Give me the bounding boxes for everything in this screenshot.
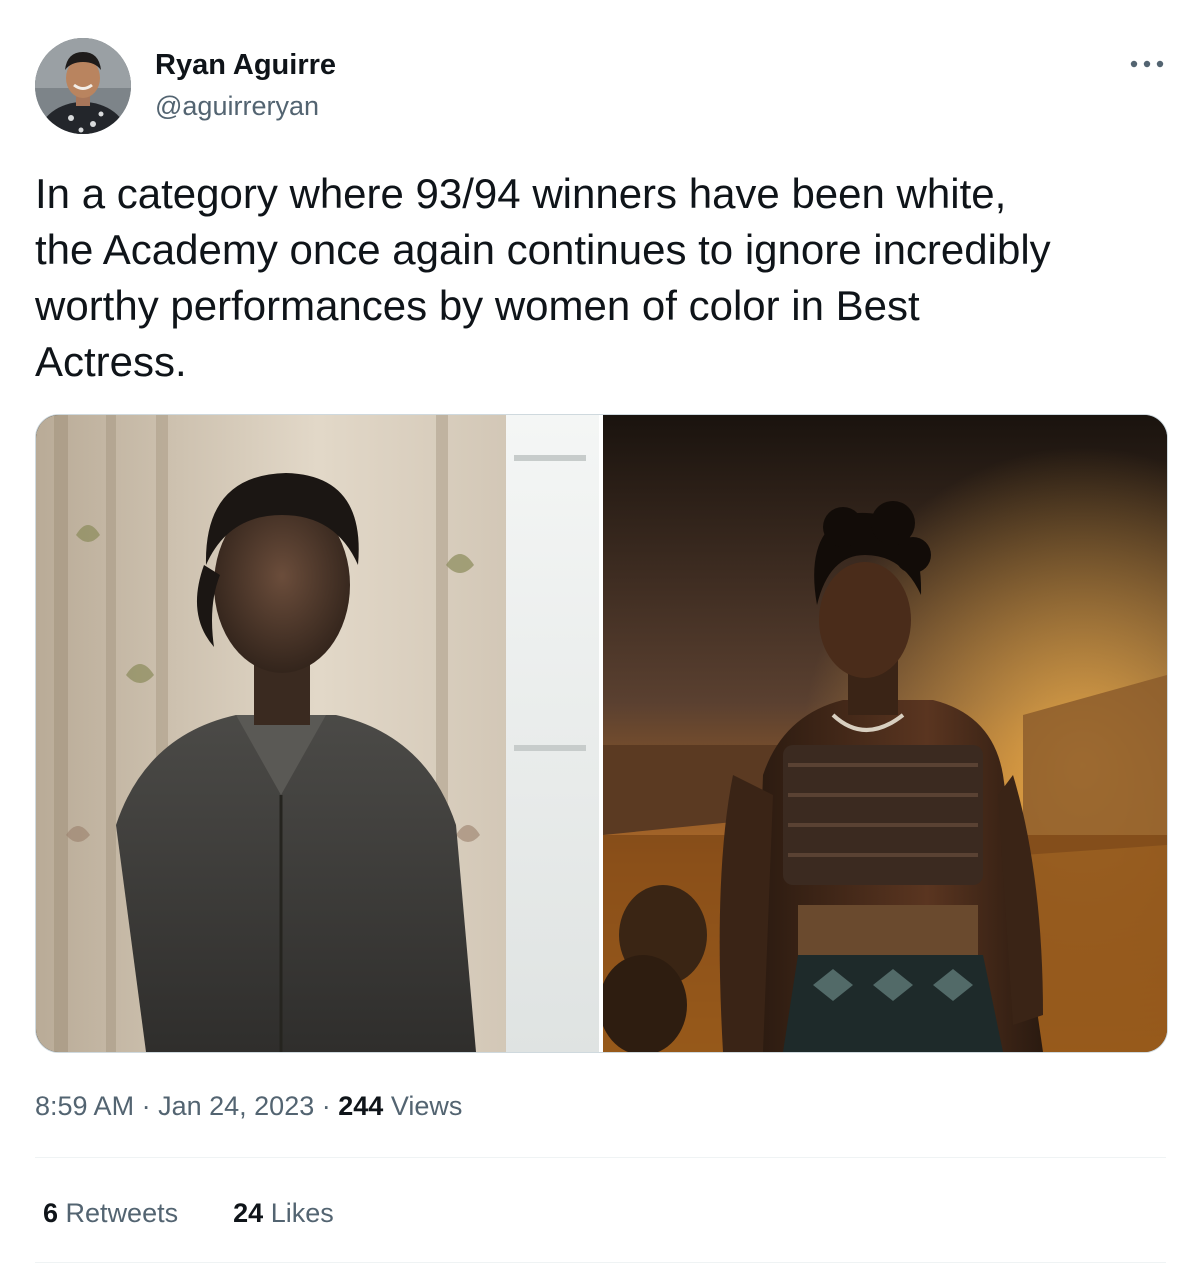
media-photo-left[interactable]: [36, 415, 599, 1052]
divider: [35, 1157, 1166, 1158]
divider: [35, 1262, 1166, 1263]
photo-warrior-woman: [603, 415, 1167, 1052]
tweet-time[interactable]: 8:59 AM: [35, 1091, 134, 1121]
likes-label: Likes: [270, 1198, 334, 1228]
media-photo-right[interactable]: [603, 415, 1167, 1052]
author-display-name[interactable]: Ryan Aguirre: [155, 48, 336, 82]
retweets-stat[interactable]: 6 Retweets: [43, 1198, 186, 1228]
tweet: Ryan Aguirre @aguirreryan In a category …: [0, 0, 1202, 1266]
retweets-count: 6: [43, 1198, 59, 1228]
avatar-image: [35, 38, 131, 134]
meta-separator: ·: [141, 1091, 151, 1121]
photo-woman-window: [36, 415, 599, 1052]
views-label: Views: [390, 1091, 463, 1121]
likes-stat[interactable]: 24 Likes: [226, 1198, 334, 1228]
meta-separator: ·: [321, 1091, 331, 1121]
views-count: 244: [338, 1091, 384, 1121]
retweets-label: Retweets: [65, 1198, 179, 1228]
author-handle[interactable]: @aguirreryan: [155, 90, 319, 122]
avatar[interactable]: [35, 38, 131, 134]
likes-count: 24: [233, 1198, 264, 1228]
tweet-text: In a category where 93/94 winners have b…: [35, 170, 1051, 385]
tweet-date[interactable]: Jan 24, 2023: [158, 1091, 314, 1121]
engagement-stats: 6 Retweets 24 Likes: [43, 1195, 334, 1231]
tweet-metadata: 8:59 AM · Jan 24, 2023 · 244 Views: [35, 1088, 462, 1124]
media-grid: [35, 414, 1168, 1053]
more-horizontal-icon: [1130, 60, 1164, 68]
more-options-button[interactable]: [1124, 46, 1170, 82]
